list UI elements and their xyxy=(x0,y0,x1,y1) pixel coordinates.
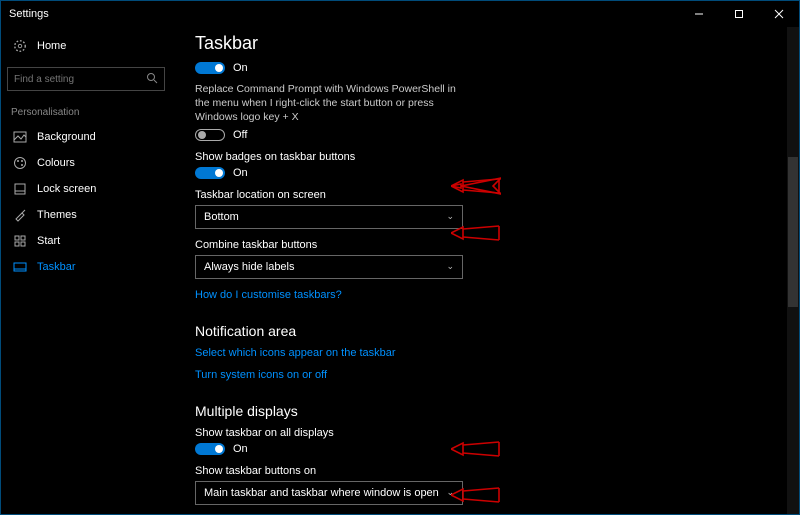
scrollbar[interactable] xyxy=(787,27,799,514)
maximize-icon xyxy=(734,9,744,19)
toggle-state: On xyxy=(233,443,248,455)
annotation-arrow xyxy=(451,176,501,196)
toggle-track xyxy=(195,443,225,455)
toggle-state: Off xyxy=(233,129,247,141)
toggle-track xyxy=(195,129,225,141)
picture-icon xyxy=(13,130,27,144)
search-input[interactable] xyxy=(14,74,134,85)
gear-icon xyxy=(13,39,27,53)
toggle-state: On xyxy=(233,167,248,179)
annotation-arrow xyxy=(451,223,501,243)
combo-buttons-on[interactable]: Main taskbar and taskbar where window is… xyxy=(195,481,463,505)
toggle-track xyxy=(195,167,225,179)
sidebar-item-label: Taskbar xyxy=(37,261,76,273)
sidebar-item-label: Background xyxy=(37,131,96,143)
search-box[interactable] xyxy=(7,67,165,91)
chevron-down-icon: ⌄ xyxy=(446,261,454,272)
content-pane: Taskbar On Replace Command Prompt with W… xyxy=(171,27,799,514)
badges-label: Show badges on taskbar buttons xyxy=(195,151,775,163)
search-icon xyxy=(146,72,158,87)
minimize-button[interactable] xyxy=(679,1,719,27)
close-icon xyxy=(774,9,784,19)
toggle-replace-cmd[interactable]: Off xyxy=(195,129,775,141)
sidebar-item-label: Themes xyxy=(37,209,77,221)
palette-icon xyxy=(13,156,27,170)
sidebar-item-colours[interactable]: Colours xyxy=(7,152,165,174)
toggle-state: On xyxy=(233,62,248,74)
annotation-arrow xyxy=(451,439,501,459)
show-all-label: Show taskbar on all displays xyxy=(195,427,775,439)
maximize-button[interactable] xyxy=(719,1,759,27)
heading-notification-area: Notification area xyxy=(195,323,775,339)
sidebar-item-background[interactable]: Background xyxy=(7,126,165,148)
sidebar-item-themes[interactable]: Themes xyxy=(7,204,165,226)
annotation-arrow xyxy=(451,485,501,505)
titlebar-left: Settings xyxy=(9,8,49,20)
sidebar-section-label: Personalisation xyxy=(11,107,165,118)
buttons-on-label: Show taskbar buttons on xyxy=(195,465,775,477)
sidebar: Home Personalisation Background Colours … xyxy=(1,27,171,514)
sidebar-item-taskbar[interactable]: Taskbar xyxy=(7,256,165,278)
grid-icon xyxy=(13,234,27,248)
nav-home-label: Home xyxy=(37,40,66,52)
brush-icon xyxy=(13,208,27,222)
chevron-down-icon: ⌄ xyxy=(446,211,454,222)
link-system-icons[interactable]: Turn system icons on or off xyxy=(195,369,775,381)
sidebar-item-start[interactable]: Start xyxy=(7,230,165,252)
toggle-top[interactable]: On xyxy=(195,62,775,74)
combo-value: Main taskbar and taskbar where window is… xyxy=(204,487,439,499)
sidebar-item-label: Colours xyxy=(37,157,75,169)
toggle-track xyxy=(195,62,225,74)
link-select-icons[interactable]: Select which icons appear on the taskbar xyxy=(195,347,775,359)
close-button[interactable] xyxy=(759,1,799,27)
body: Home Personalisation Background Colours … xyxy=(1,27,799,514)
link-customise[interactable]: How do I customise taskbars? xyxy=(195,289,775,301)
titlebar: Settings xyxy=(1,1,799,27)
minimize-icon xyxy=(694,9,704,19)
scroll-thumb[interactable] xyxy=(788,157,798,307)
nav-home[interactable]: Home xyxy=(7,35,165,57)
sidebar-item-label: Start xyxy=(37,235,60,247)
combo-location[interactable]: Bottom ⌄ xyxy=(195,205,463,229)
replace-cmd-desc: Replace Command Prompt with Windows Powe… xyxy=(195,82,465,125)
heading-multiple-displays: Multiple displays xyxy=(195,403,775,419)
page-title: Taskbar xyxy=(195,33,775,54)
taskbar-icon xyxy=(13,260,27,274)
window-title: Settings xyxy=(9,8,49,20)
settings-window: Settings Home P xyxy=(0,0,800,515)
sidebar-item-lockscreen[interactable]: Lock screen xyxy=(7,178,165,200)
sidebar-item-label: Lock screen xyxy=(37,183,96,195)
combo-combine[interactable]: Always hide labels ⌄ xyxy=(195,255,463,279)
combo-value: Always hide labels xyxy=(204,261,295,273)
lock-icon xyxy=(13,182,27,196)
combo-value: Bottom xyxy=(204,211,239,223)
